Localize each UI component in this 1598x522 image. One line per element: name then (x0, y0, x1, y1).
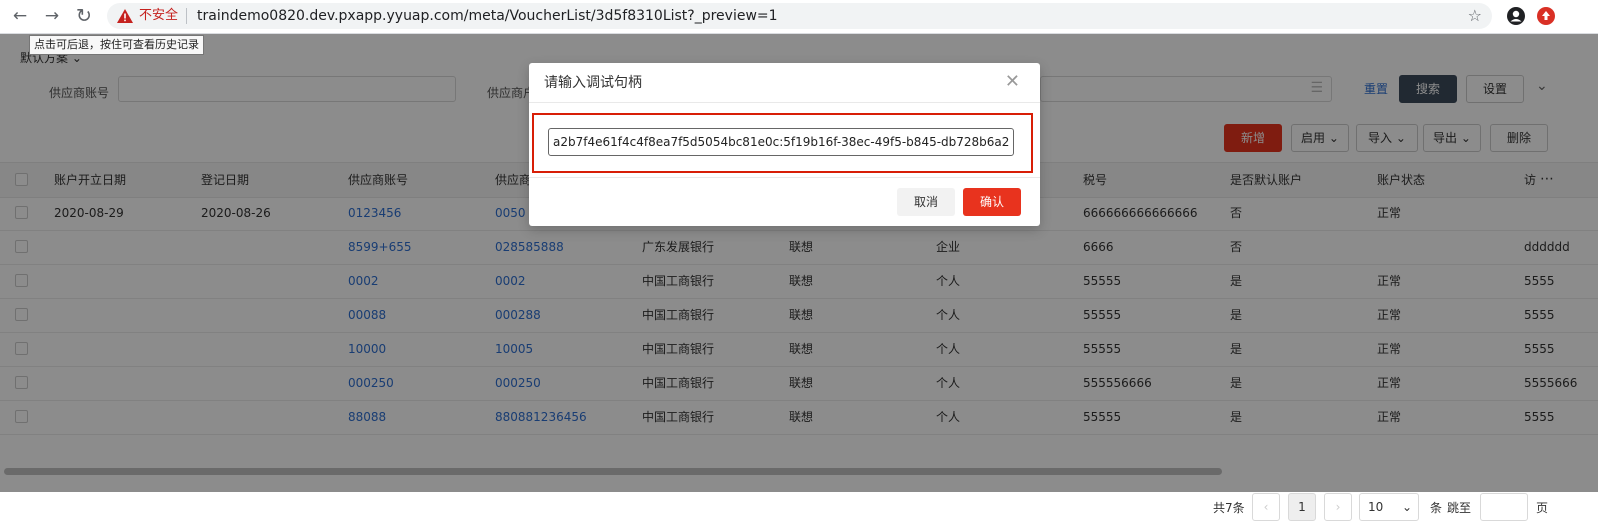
dialog-title: 请输入调试句柄 (544, 75, 642, 91)
page-size-select[interactable]: 10 ⌄ (1359, 493, 1419, 521)
next-page-button[interactable]: › (1324, 493, 1352, 521)
url-text[interactable]: traindemo0820.dev.pxapp.yyuap.com/meta/V… (197, 6, 778, 26)
back-icon[interactable]: ← (8, 4, 32, 28)
warning-icon (117, 9, 133, 23)
page-size-value: 10 (1368, 500, 1384, 514)
jump-page-input[interactable] (1480, 493, 1528, 521)
debug-handle-input[interactable] (548, 128, 1014, 156)
insecure-label: 不安全 (139, 8, 179, 23)
highlight-box (532, 113, 1033, 173)
jump-to-label: 跳至 (1447, 501, 1472, 515)
total-count: 共7条 (1213, 501, 1245, 515)
current-page[interactable]: 1 (1288, 493, 1316, 521)
address-bar[interactable]: 不安全 traindemo0820.dev.pxapp.yyuap.com/me… (107, 3, 1492, 29)
reload-icon[interactable]: ↻ (72, 4, 96, 28)
dialog-footer-divider (529, 177, 1040, 178)
debug-handle-dialog: 请输入调试句柄 ✕ 取消 确认 (529, 63, 1040, 226)
per-page-suffix: 条 (1430, 501, 1443, 515)
cancel-button[interactable]: 取消 (897, 188, 955, 216)
forward-icon[interactable]: → (40, 4, 64, 28)
close-icon[interactable]: ✕ (1005, 72, 1020, 92)
omnibox-divider (186, 8, 187, 24)
bookmark-star-icon[interactable]: ☆ (1468, 5, 1482, 27)
dialog-divider (529, 102, 1040, 103)
extension-icon[interactable] (1536, 6, 1556, 26)
prev-page-button[interactable]: ‹ (1252, 493, 1280, 521)
back-tooltip: 点击可后退，按住可查看历史记录 (29, 35, 204, 55)
confirm-button[interactable]: 确认 (963, 188, 1021, 216)
page-suffix: 页 (1536, 501, 1549, 515)
profile-icon[interactable] (1506, 6, 1526, 26)
browser-toolbar: ← → ↻ 不安全 traindemo0820.dev.pxapp.yyuap.… (0, 0, 1598, 34)
chevron-down-icon: ⌄ (1401, 500, 1412, 514)
